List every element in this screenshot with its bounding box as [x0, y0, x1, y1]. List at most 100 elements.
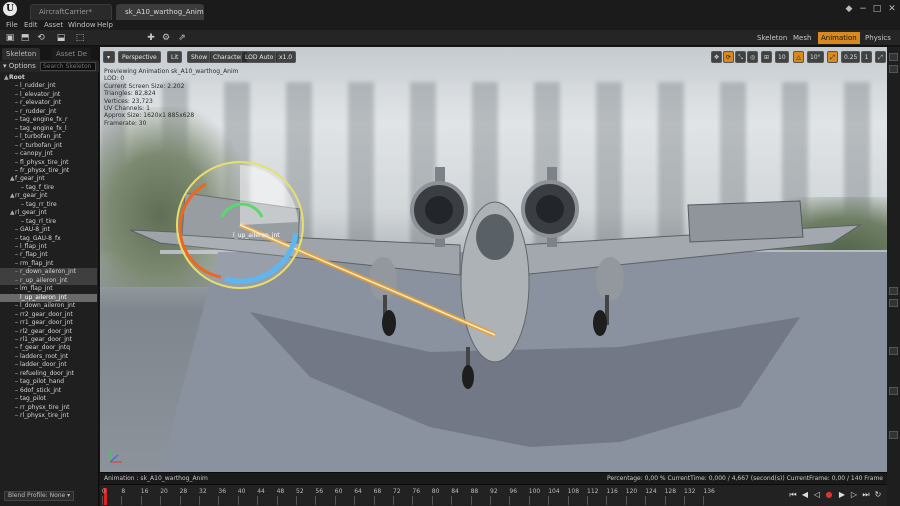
bone-tree-row[interactable]: refueling_door_jnt	[0, 370, 97, 378]
tab-a10-anim[interactable]: sk_A10_warthog_Anim	[116, 4, 204, 20]
viewport-menu-icon[interactable]: ▾	[103, 51, 115, 63]
mode-animation[interactable]: Animation	[818, 32, 860, 44]
menu-window[interactable]: Window	[68, 20, 96, 30]
side-toggle-icon[interactable]	[889, 65, 898, 73]
rotation-snap-icon[interactable]: △	[793, 51, 804, 63]
scale-snap-button[interactable]: 0.25	[841, 51, 861, 63]
bone-tree-row[interactable]: l_rudder_jnt	[0, 82, 97, 90]
bone-tree-row[interactable]: l_elevator_jnt	[0, 91, 97, 99]
scale-icon[interactable]: ⤡	[735, 51, 746, 63]
maximize-icon[interactable]: □	[870, 3, 884, 15]
mode-mesh[interactable]: Mesh	[790, 32, 814, 44]
bone-tree-row[interactable]: ▲rr_gear_jnt	[0, 192, 97, 200]
bone-tree-row[interactable]: tag_rr_tire	[0, 201, 97, 209]
bone-tree-row[interactable]: rl2_gear_door_jnt	[0, 328, 97, 336]
bone-tree-row[interactable]: rr_physx_tire_jnt	[0, 404, 97, 412]
grid-snap-button[interactable]: 10	[775, 51, 789, 63]
bone-tree-row[interactable]: 6dof_stick_jnt	[0, 387, 97, 395]
lit-button[interactable]: Lit	[167, 51, 183, 63]
bone-tree-row[interactable]: l_turbofan_jnt	[0, 133, 97, 141]
step-forward-icon[interactable]: ▷	[849, 490, 859, 500]
translate-icon[interactable]: ✥	[711, 51, 723, 63]
menu-asset[interactable]: Asset	[44, 20, 63, 30]
loop-icon[interactable]: ↻	[873, 490, 883, 500]
side-toggle-icon[interactable]	[889, 387, 898, 395]
skeleton-search-input[interactable]	[40, 62, 96, 71]
bone-tree-row[interactable]: lm_flap_jnt	[0, 285, 97, 293]
bone-tree-row[interactable]: tag_f_tire	[0, 184, 97, 192]
bone-tree-row[interactable]: tag_engine_fx_l	[0, 125, 97, 133]
timeline-scrubber[interactable]: ⏮ ◀ ◁ ● ▶ ▷ ⏭ ↻ 0 8 16 20 28 32 36 40 44 48 52 56 60…	[100, 484, 887, 506]
preview-mesh-icon[interactable]: ⬚	[74, 32, 86, 44]
bone-tree-row[interactable]: r_rudder_jnt	[0, 108, 97, 116]
bone-tree-row[interactable]: ladder_door_jnt	[0, 361, 97, 369]
bone-tree-row[interactable]: fr_physx_tire_jnt	[0, 167, 97, 175]
scale-snap-icon[interactable]: ⤢	[827, 51, 838, 63]
perspective-button[interactable]: Perspective	[118, 51, 161, 63]
rotation-snap-button[interactable]: 10°	[807, 51, 824, 63]
maximize-viewport-icon[interactable]: ⤢	[875, 51, 886, 63]
create-asset-icon[interactable]: ⬓	[55, 32, 67, 44]
mode-skeleton[interactable]: Skeleton	[754, 32, 790, 44]
notification-icon[interactable]: ◆	[842, 3, 856, 15]
bone-tree-row[interactable]: l_down_aileron_jnt	[0, 302, 97, 310]
bone-tree-row[interactable]: l_flap_jnt	[0, 243, 97, 251]
camera-speed-button[interactable]: 1	[861, 51, 872, 63]
add-key-icon[interactable]: ✚	[145, 32, 157, 44]
bone-tree-row[interactable]: l_up_aileron_jnt	[0, 293, 97, 303]
bone-tree-row[interactable]: r_flap_jnt	[0, 251, 97, 259]
bone-tree-row[interactable]: tag_pilot	[0, 395, 97, 403]
bone-tree-row[interactable]: tag_rl_tire	[0, 218, 97, 226]
rotate-icon[interactable]: ⟳	[723, 51, 735, 63]
to-end-icon[interactable]: ⏭	[861, 490, 871, 500]
minimize-icon[interactable]: −	[856, 3, 870, 15]
bone-tree-row[interactable]: tag_GAU-8_fx	[0, 235, 97, 243]
side-toggle-icon[interactable]	[889, 347, 898, 355]
bone-tree-row[interactable]: ▲rl_gear_jnt	[0, 209, 97, 217]
menu-edit[interactable]: Edit	[24, 20, 38, 30]
bone-tree-row[interactable]: r_up_aileron_jnt	[0, 276, 97, 286]
side-toggle-icon[interactable]	[889, 299, 898, 307]
mode-physics[interactable]: Physics	[862, 32, 894, 44]
world-local-icon[interactable]: ◎	[747, 51, 759, 63]
options-dropdown[interactable]: ▾ Options	[3, 62, 36, 71]
side-toggle-icon[interactable]	[889, 287, 898, 295]
bone-tree-row[interactable]: rm_flap_jnt	[0, 260, 97, 268]
preview-viewport[interactable]: l_up_aileron_jnt ▾ Perspective Lit Show …	[100, 47, 887, 472]
find-in-browser-icon[interactable]: ⬒	[19, 32, 31, 44]
bone-tree-row[interactable]: ▲Root	[0, 74, 97, 82]
bone-tree-row[interactable]: r_turbofan_jnt	[0, 142, 97, 150]
play-icon[interactable]: ▶	[837, 490, 847, 500]
export-icon[interactable]: ⇗	[176, 32, 188, 44]
bone-tree-row[interactable]: rr1_gear_door_jnt	[0, 319, 97, 327]
side-toggle-icon[interactable]	[889, 53, 898, 61]
tab-aircraft-carrier[interactable]: AircraftCarrier*	[30, 4, 112, 20]
blend-profile-dropdown[interactable]: Blend Profile: None ▾	[4, 491, 75, 501]
bone-tree-row[interactable]: fl_physx_tire_jnt	[0, 159, 97, 167]
play-reverse-icon[interactable]: ◁	[812, 490, 822, 500]
bone-tree-row[interactable]: rr2_gear_door_jnt	[0, 311, 97, 319]
bone-tree-row[interactable]: ▲f_gear_jnt	[0, 175, 97, 183]
bone-tree-row[interactable]: r_down_aileron_jnt	[0, 268, 97, 277]
bone-tree-row[interactable]: tag_engine_fx_r	[0, 116, 97, 124]
bone-tree-row[interactable]: f_gear_door_jntq	[0, 344, 97, 352]
apply-icon[interactable]: ⚙	[160, 32, 172, 44]
playback-speed-button[interactable]: x1.0	[275, 51, 297, 63]
bone-tree-row[interactable]: ladders_root_jnt	[0, 353, 97, 361]
save-icon[interactable]: ▣	[4, 32, 16, 44]
tab-skeleton[interactable]: Skeleton	[2, 48, 41, 60]
bone-tree-row[interactable]: rl1_gear_door_jnt	[0, 336, 97, 344]
lod-button[interactable]: LOD Auto	[241, 51, 278, 63]
to-start-icon[interactable]: ⏮	[788, 490, 798, 500]
side-toggle-icon[interactable]	[889, 431, 898, 439]
tab-asset-details[interactable]: Asset De	[52, 48, 92, 60]
bone-tree-row[interactable]: r_elevator_jnt	[0, 99, 97, 107]
reimport-icon[interactable]: ⟲	[35, 32, 47, 44]
menu-file[interactable]: File	[6, 20, 18, 30]
bone-tree-row[interactable]: tag_pilot_hand	[0, 378, 97, 386]
close-icon[interactable]: ✕	[885, 3, 899, 15]
surface-snap-icon[interactable]: ⊞	[761, 51, 773, 63]
menu-help[interactable]: Help	[97, 20, 113, 30]
bone-tree-row[interactable]: GAU-8_jnt	[0, 226, 97, 234]
record-icon[interactable]: ●	[824, 490, 834, 500]
